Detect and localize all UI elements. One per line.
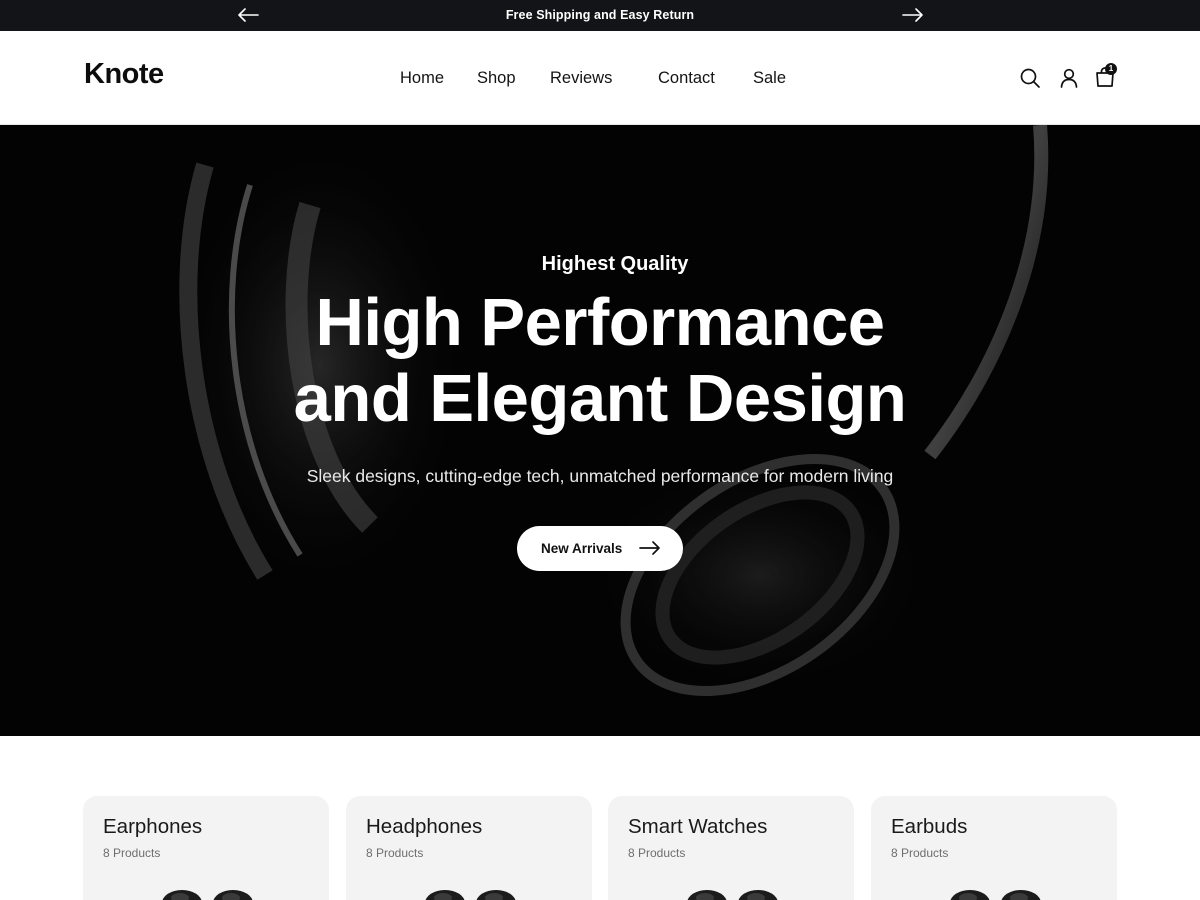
hero-banner: Highest Quality High Performance and Ele… <box>0 125 1200 736</box>
category-name: Earbuds <box>891 815 968 838</box>
product-thumbnail <box>950 890 1041 900</box>
cart-count-badge: 1 <box>1105 63 1117 75</box>
account-button[interactable] <box>1057 66 1081 90</box>
product-thumbnail <box>425 890 516 900</box>
category-card-smart-watches[interactable]: Smart Watches 8 Products <box>608 796 854 900</box>
product-thumbnail <box>687 890 778 900</box>
nav-home[interactable]: Home <box>400 69 444 88</box>
hero-headline-line-1: High Performance <box>315 285 885 360</box>
category-count: 8 Products <box>366 846 424 860</box>
nav-reviews[interactable]: Reviews <box>550 69 612 88</box>
category-card-headphones[interactable]: Headphones 8 Products <box>346 796 592 900</box>
hero-subtitle: Sleek designs, cutting-edge tech, unmatc… <box>306 466 894 486</box>
category-count: 8 Products <box>628 846 686 860</box>
category-name: Earphones <box>103 815 203 838</box>
nav-shop[interactable]: Shop <box>477 69 516 88</box>
arrow-right-icon <box>639 541 660 555</box>
arrow-right-icon <box>902 8 923 22</box>
announcement-message: Free Shipping and Easy Return <box>505 8 695 22</box>
category-count: 8 Products <box>891 846 949 860</box>
hero-eyebrow: Highest Quality <box>541 253 689 275</box>
announcement-bar: Free Shipping and Easy Return <box>0 0 1200 31</box>
category-count: 8 Products <box>103 846 161 860</box>
site-header: Knote Home Shop Reviews Contact Sale 1 <box>0 31 1200 125</box>
category-card-earbuds[interactable]: Earbuds 8 Products <box>871 796 1117 900</box>
search-icon <box>1020 68 1040 88</box>
category-card-earphones[interactable]: Earphones 8 Products <box>83 796 329 900</box>
hero-headline: High Performance and Elegant Design <box>0 285 1200 437</box>
category-section: Earphones 8 Products Headphones 8 Produc… <box>0 736 1200 900</box>
announcement-next-button[interactable] <box>899 4 927 26</box>
nav-contact[interactable]: Contact <box>658 69 715 88</box>
user-icon <box>1060 68 1078 88</box>
category-name: Smart Watches <box>628 815 768 838</box>
nav-sale[interactable]: Sale <box>753 69 786 88</box>
product-thumbnail <box>162 890 253 900</box>
category-name: Headphones <box>366 815 483 838</box>
hero-headline-line-2: and Elegant Design <box>293 361 907 436</box>
cart-button[interactable]: 1 <box>1093 63 1117 89</box>
search-button[interactable] <box>1018 66 1042 90</box>
new-arrivals-button[interactable]: New Arrivals <box>517 526 683 571</box>
logo[interactable]: Knote <box>84 58 164 91</box>
cta-label: New Arrivals <box>541 541 623 556</box>
